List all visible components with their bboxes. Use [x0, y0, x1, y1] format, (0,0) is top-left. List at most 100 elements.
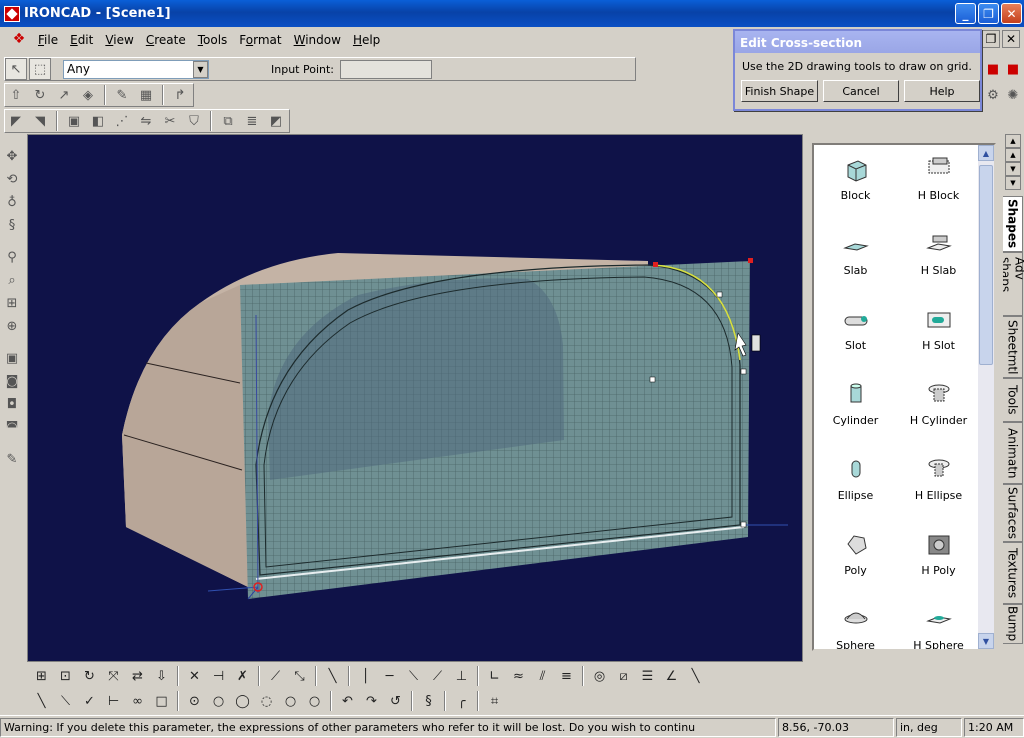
angle-icon[interactable]: ∠	[660, 665, 683, 687]
tab-shapes[interactable]: Shapes	[1003, 196, 1023, 252]
trim-icon[interactable]: ✕	[183, 665, 206, 687]
shape-item-block[interactable]: Block	[814, 145, 897, 220]
menu-create[interactable]: Create	[140, 33, 192, 47]
circle-icon[interactable]: ○	[279, 690, 302, 712]
tab-surfaces[interactable]: Surfaces	[1003, 484, 1023, 542]
light-icon[interactable]: ✺	[1004, 84, 1022, 106]
mdi-restore-icon[interactable]: ❐	[982, 30, 1000, 48]
cancel-button[interactable]: Cancel	[823, 80, 899, 102]
document-icon[interactable]: ❖	[10, 31, 28, 49]
menu-help[interactable]: Help	[347, 33, 386, 47]
menu-tools[interactable]: Tools	[192, 33, 234, 47]
loft-icon[interactable]: ◈	[77, 84, 99, 106]
pattern-icon[interactable]: ⋰	[111, 110, 133, 132]
horizontal-line-icon[interactable]: ─	[378, 665, 401, 687]
shape-item-h-sphere[interactable]: H Sphere	[897, 595, 980, 649]
camera-icon[interactable]: ▣	[2, 348, 22, 368]
shape-item-h-slab[interactable]: H Slab	[897, 220, 980, 295]
mdi-close-icon[interactable]: ✕	[1002, 30, 1020, 48]
restore-button[interactable]: ❐	[978, 3, 999, 24]
finish-shape-button[interactable]: Finish Shape	[741, 80, 818, 102]
circle-3pt-icon[interactable]: ◯	[231, 690, 254, 712]
shell-icon[interactable]: ▣	[63, 110, 85, 132]
grid-box-icon[interactable]: ⊡	[54, 665, 77, 687]
tab-textures[interactable]: Textures	[1003, 542, 1023, 604]
rotate-icon[interactable]: ♁	[2, 192, 22, 212]
shape-item-slot[interactable]: Slot	[814, 295, 897, 370]
target-icon[interactable]: ⊕	[2, 316, 22, 336]
scene-viewport[interactable]	[27, 134, 803, 662]
shape-item-h-ellipse[interactable]: H Ellipse	[897, 445, 980, 520]
tab-last-icon[interactable]: ▼	[1005, 176, 1021, 190]
arc-center-icon[interactable]: ↷	[360, 690, 383, 712]
box-icon[interactable]: ◩	[265, 110, 287, 132]
delete-icon[interactable]: ✗	[231, 665, 254, 687]
arrow-up-right-icon[interactable]: ↱	[169, 84, 191, 106]
tab-bump[interactable]: Bump	[1003, 604, 1023, 644]
extrude-icon[interactable]: ⇧	[5, 84, 27, 106]
export-icon[interactable]: ⇩	[150, 665, 173, 687]
tab-sheetmtl[interactable]: Sheetmtl	[1003, 316, 1023, 378]
menu-window[interactable]: Window	[288, 33, 347, 47]
chevron-down-icon[interactable]: ▼	[193, 60, 208, 78]
zoom-icon[interactable]: ⚲	[2, 247, 22, 267]
camera-orbit-icon[interactable]: ◙	[2, 371, 22, 391]
help-button[interactable]: Help	[904, 80, 980, 102]
tab-adv-shaps[interactable]: Adv shaps	[1003, 252, 1024, 316]
tab-prev-icon[interactable]: ▲	[1005, 148, 1021, 162]
circle-target-icon[interactable]: ◎	[588, 665, 611, 687]
line-icon[interactable]: ╲	[321, 665, 344, 687]
menu-format[interactable]: Format	[233, 33, 287, 47]
shape-item-slab[interactable]: Slab	[814, 220, 897, 295]
split-icon[interactable]: ✂	[159, 110, 181, 132]
spline-icon[interactable]: §	[417, 690, 440, 712]
move-icon[interactable]: ✥	[2, 146, 22, 166]
gear-icon[interactable]: ⚙	[984, 84, 1002, 106]
extend-icon[interactable]: ⊣	[207, 665, 230, 687]
vertical-line-icon[interactable]: │	[354, 665, 377, 687]
circle-tangent-icon[interactable]: ◌	[255, 690, 278, 712]
tab-first-icon[interactable]: ▲	[1005, 134, 1021, 148]
dimension-icon[interactable]: ⤡	[288, 665, 311, 687]
stack-icon[interactable]: ≣	[241, 110, 263, 132]
shape-item-poly[interactable]: Poly	[814, 520, 897, 595]
perp-line-icon[interactable]: ⊥	[450, 665, 473, 687]
pencil-icon[interactable]: ✎	[2, 449, 22, 469]
select-box-icon[interactable]: ⬚	[29, 58, 51, 80]
parallel-icon[interactable]: ⫽	[531, 665, 554, 687]
draft-icon[interactable]: ◧	[87, 110, 109, 132]
flip-icon[interactable]: ⇄	[126, 665, 149, 687]
spin-icon[interactable]: ↻	[29, 84, 51, 106]
sweep-icon[interactable]: ↗	[53, 84, 75, 106]
shape-item-sphere[interactable]: Sphere	[814, 595, 897, 649]
shape-item-h-block[interactable]: H Block	[897, 145, 980, 220]
copy-icon[interactable]: ⧉	[217, 110, 239, 132]
slash-icon[interactable]: ╲	[684, 665, 707, 687]
grid-snap-icon[interactable]: ⊞	[30, 665, 53, 687]
move-grid-icon[interactable]: ⤧	[102, 665, 125, 687]
scroll-down-icon[interactable]: ▼	[978, 633, 994, 649]
tab-next-icon[interactable]: ▼	[1005, 162, 1021, 176]
corner-icon[interactable]: ∟	[483, 665, 506, 687]
offset-icon[interactable]: ≈	[507, 665, 530, 687]
chain-icon[interactable]: ∞	[126, 690, 149, 712]
tangent-line-icon[interactable]: ⟋	[426, 665, 449, 687]
menu-view[interactable]: View	[99, 33, 139, 47]
hatch-icon[interactable]: ☰	[636, 665, 659, 687]
equal-icon[interactable]: ≡	[555, 665, 578, 687]
polyline-icon[interactable]: ⊢	[102, 690, 125, 712]
circle-center-icon[interactable]: ⊙	[183, 690, 206, 712]
render-solid-icon[interactable]: ■	[1004, 58, 1022, 80]
zoom-fit-icon[interactable]: ⊞	[2, 293, 22, 313]
shape-item-h-slot[interactable]: H Slot	[897, 295, 980, 370]
spin-view-icon[interactable]: §	[2, 215, 22, 235]
tangent-tool-icon[interactable]: ⟍	[54, 690, 77, 712]
arc-icon[interactable]: ↶	[336, 690, 359, 712]
render-cube-icon[interactable]: ■	[984, 58, 1002, 80]
edge-icon[interactable]: ⧄	[612, 665, 635, 687]
fillet-icon[interactable]: ╭	[450, 690, 473, 712]
orbit-icon[interactable]: ⟲	[2, 169, 22, 189]
zoom-box-icon[interactable]: ⌕	[2, 270, 22, 290]
table-icon[interactable]: ⌗	[483, 690, 506, 712]
minimize-button[interactable]: _	[955, 3, 976, 24]
